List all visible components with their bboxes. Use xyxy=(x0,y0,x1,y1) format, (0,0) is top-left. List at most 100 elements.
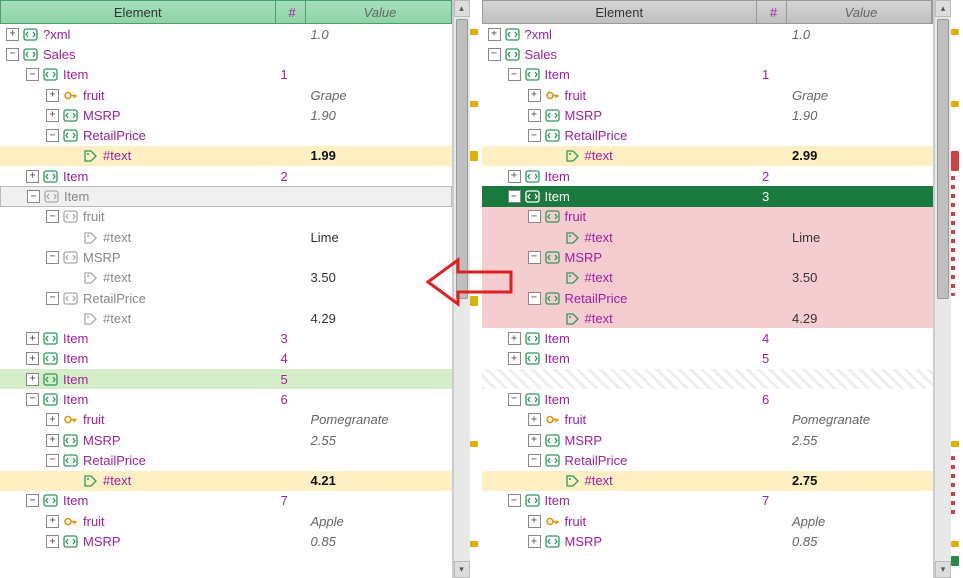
tree-row[interactable]: −MSRP xyxy=(482,247,934,267)
tree-row[interactable]: −RetailPrice xyxy=(0,450,452,470)
tree-row[interactable]: +fruitPomegranate xyxy=(482,410,934,430)
tree-row[interactable]: +MSRP1.90 xyxy=(0,105,452,125)
expand-toggle[interactable]: + xyxy=(528,89,541,102)
tree-row[interactable]: +?xml1.0 xyxy=(482,24,934,44)
expand-toggle[interactable]: + xyxy=(46,89,59,102)
diff-marker[interactable] xyxy=(470,101,478,107)
tree-row[interactable]: −RetailPrice xyxy=(0,125,452,145)
tree-row[interactable]: −RetailPrice xyxy=(482,125,934,145)
col-num[interactable]: # xyxy=(757,1,787,23)
col-element[interactable]: Element xyxy=(483,1,758,23)
collapse-toggle[interactable]: − xyxy=(46,251,59,264)
tree-row[interactable]: #text4.29 xyxy=(482,308,934,328)
tree-row[interactable]: −Item xyxy=(0,186,452,206)
diff-marker[interactable] xyxy=(951,441,959,447)
tree-row[interactable]: #text4.21 xyxy=(0,471,452,491)
diff-marker[interactable] xyxy=(470,441,478,447)
collapse-toggle[interactable]: − xyxy=(528,454,541,467)
collapse-toggle[interactable]: − xyxy=(528,210,541,223)
tree-row[interactable]: −Item7 xyxy=(482,491,934,511)
right-scrollbar[interactable]: ▴ ▾ xyxy=(934,0,951,578)
expand-toggle[interactable]: + xyxy=(488,28,501,41)
tree-row[interactable]: −Sales xyxy=(482,44,934,64)
col-value[interactable]: Value xyxy=(787,1,932,23)
col-value[interactable]: Value xyxy=(306,1,451,23)
tree-row[interactable]: +fruitApple xyxy=(0,511,452,531)
diff-marker[interactable] xyxy=(951,456,955,516)
collapse-toggle[interactable]: − xyxy=(508,393,521,406)
diff-marker[interactable] xyxy=(951,151,959,171)
tree-row[interactable]: +fruitGrape xyxy=(0,85,452,105)
scroll-down-icon[interactable]: ▾ xyxy=(935,561,951,578)
collapse-toggle[interactable]: − xyxy=(46,210,59,223)
collapse-toggle[interactable]: − xyxy=(46,292,59,305)
tree-row[interactable]: −Item1 xyxy=(0,65,452,85)
tree-row[interactable]: −Item1 xyxy=(482,65,934,85)
diff-marker[interactable] xyxy=(470,151,478,161)
collapse-toggle[interactable]: − xyxy=(508,190,521,203)
tree-row[interactable]: −Sales xyxy=(0,44,452,64)
tree-row[interactable]: #textLime xyxy=(482,227,934,247)
collapse-toggle[interactable]: − xyxy=(528,292,541,305)
expand-toggle[interactable]: + xyxy=(46,109,59,122)
collapse-toggle[interactable]: − xyxy=(26,68,39,81)
diff-marker[interactable] xyxy=(951,541,959,547)
tree-row[interactable]: #text3.50 xyxy=(0,268,452,288)
left-scrollbar[interactable]: ▴ ▾ xyxy=(453,0,470,578)
tree-row[interactable]: +fruitPomegranate xyxy=(0,410,452,430)
scroll-up-icon[interactable]: ▴ xyxy=(935,0,951,17)
tree-row[interactable]: +MSRP2.55 xyxy=(482,430,934,450)
expand-toggle[interactable]: + xyxy=(508,332,521,345)
col-element[interactable]: Element xyxy=(1,1,276,23)
tree-row[interactable]: +Item5 xyxy=(0,369,452,389)
expand-toggle[interactable]: + xyxy=(528,434,541,447)
collapse-toggle[interactable]: − xyxy=(528,129,541,142)
expand-toggle[interactable]: + xyxy=(528,413,541,426)
scroll-up-icon[interactable]: ▴ xyxy=(454,0,470,17)
expand-toggle[interactable]: + xyxy=(508,352,521,365)
tree-row[interactable]: +Item5 xyxy=(482,349,934,369)
tree-row[interactable]: −RetailPrice xyxy=(0,288,452,308)
collapse-toggle[interactable]: − xyxy=(528,251,541,264)
tree-row[interactable]: +fruitApple xyxy=(482,511,934,531)
expand-toggle[interactable]: + xyxy=(46,515,59,528)
collapse-toggle[interactable]: − xyxy=(6,48,19,61)
col-num[interactable]: # xyxy=(276,1,306,23)
collapse-toggle[interactable]: − xyxy=(488,48,501,61)
diff-marker[interactable] xyxy=(951,101,959,107)
tree-row[interactable]: −Item7 xyxy=(0,491,452,511)
collapse-toggle[interactable]: − xyxy=(508,68,521,81)
tree-row[interactable]: +Item4 xyxy=(482,328,934,348)
expand-toggle[interactable]: + xyxy=(26,352,39,365)
tree-row[interactable]: +Item4 xyxy=(0,349,452,369)
collapse-toggle[interactable]: − xyxy=(46,129,59,142)
expand-toggle[interactable]: + xyxy=(46,434,59,447)
collapse-toggle[interactable]: − xyxy=(26,494,39,507)
tree-row[interactable]: #text3.50 xyxy=(482,268,934,288)
diff-marker[interactable] xyxy=(470,541,478,547)
expand-toggle[interactable]: + xyxy=(528,515,541,528)
tree-row[interactable]: +MSRP1.90 xyxy=(482,105,934,125)
scrollbar-thumb[interactable] xyxy=(456,19,468,299)
collapse-toggle[interactable]: − xyxy=(508,494,521,507)
expand-toggle[interactable]: + xyxy=(528,535,541,548)
expand-toggle[interactable]: + xyxy=(508,170,521,183)
expand-toggle[interactable]: + xyxy=(6,28,19,41)
tree-row[interactable]: −MSRP xyxy=(0,247,452,267)
scrollbar-thumb[interactable] xyxy=(937,19,949,299)
tree-row[interactable]: +Item2 xyxy=(482,166,934,186)
diff-marker[interactable] xyxy=(470,296,478,306)
tree-row[interactable]: +Item3 xyxy=(0,328,452,348)
tree-row[interactable]: #text2.99 xyxy=(482,146,934,166)
diff-marker[interactable] xyxy=(951,176,955,296)
tree-row[interactable]: −Item6 xyxy=(482,389,934,409)
tree-row[interactable]: −RetailPrice xyxy=(482,288,934,308)
expand-toggle[interactable]: + xyxy=(46,535,59,548)
expand-toggle[interactable]: + xyxy=(528,109,541,122)
tree-row[interactable]: −fruit xyxy=(482,207,934,227)
collapse-toggle[interactable]: − xyxy=(46,454,59,467)
tree-row[interactable]: −RetailPrice xyxy=(482,450,934,470)
tree-row[interactable]: +Item2 xyxy=(0,166,452,186)
tree-row[interactable]: #text2.75 xyxy=(482,471,934,491)
tree-row[interactable]: #text1.99 xyxy=(0,146,452,166)
